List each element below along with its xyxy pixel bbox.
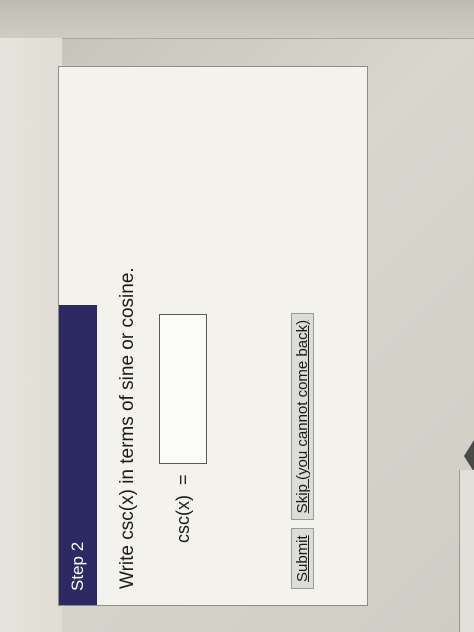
question-text: Write csc(x) in terms of sine or cosine. <box>117 267 138 589</box>
equation-lhs: csc(x) <box>172 495 193 543</box>
equals-sign: = <box>172 474 193 485</box>
rotated-screen: Step 2 Write csc(x) in terms of sine or … <box>58 66 368 606</box>
right-edge-frame <box>459 470 474 632</box>
page-margin <box>0 38 62 632</box>
problem-panel: Step 2 Write csc(x) in terms of sine or … <box>58 66 368 606</box>
step-title: Step 2 <box>68 541 87 591</box>
equation-row: csc(x) = <box>159 314 207 543</box>
submit-button[interactable]: Submit <box>291 528 314 589</box>
step-header: Step 2 <box>59 305 97 605</box>
screen-bezel-top <box>0 0 474 39</box>
action-buttons: Submit Skip (you cannot come back) <box>291 312 314 589</box>
answer-input[interactable] <box>159 314 207 465</box>
photo-frame: Step 2 Write csc(x) in terms of sine or … <box>0 0 474 632</box>
skip-button[interactable]: Skip (you cannot come back) <box>291 312 314 521</box>
page-edge-marker <box>464 440 474 472</box>
